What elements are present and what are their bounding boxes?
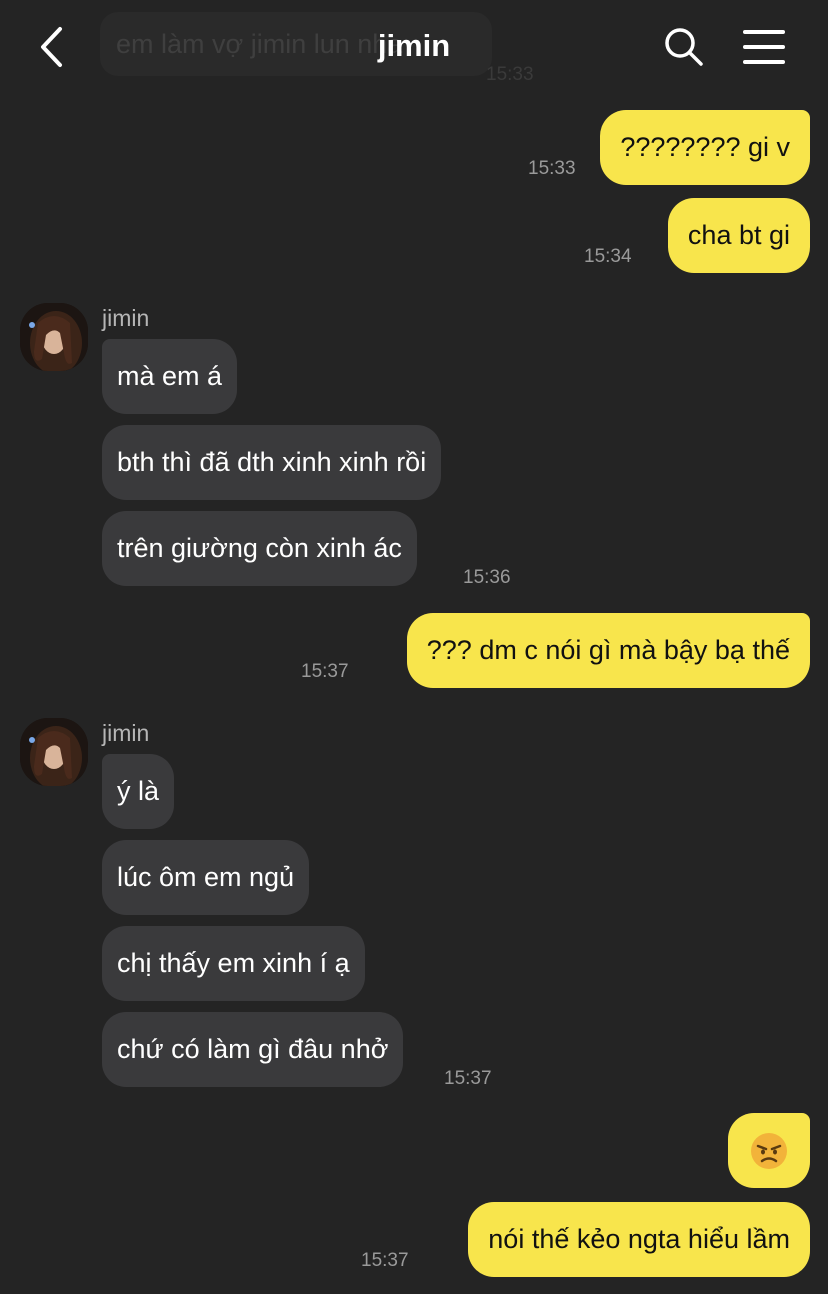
their-message-bubble[interactable]: ý là [102,754,175,829]
sender-name: jimin [102,305,150,331]
avatar-photo [20,718,88,786]
my-message-bubble[interactable]: cha bt gi [667,198,810,273]
their-message-bubble[interactable]: chị thấy em xinh í ạ [102,926,365,1001]
their-message-bubble[interactable]: chứ có làm gì đâu nhở [102,1012,404,1087]
message-time: 15:37 [444,1068,492,1089]
my-message-bubble[interactable]: nói thế kẻo ngta hiểu lầm [468,1202,810,1277]
sender-name: jimin [102,720,150,746]
message-time: 15:33 [528,158,576,179]
their-message-bubble[interactable]: trên giường còn xinh ác [102,511,417,586]
ghost-message-time: 15:33 [486,64,534,85]
message-time: 15:37 [361,1250,409,1271]
search-icon[interactable] [664,27,704,67]
my-emoji-bubble[interactable] [728,1113,810,1188]
my-message-bubble[interactable]: ???????? gi v [600,110,810,185]
message-time: 15:34 [584,246,632,267]
avatar[interactable] [20,718,88,786]
my-message-bubble[interactable]: ??? dm c nói gì mà bậy bạ thế [406,613,810,688]
message-time: 15:37 [301,661,349,682]
their-message-bubble[interactable]: mà em á [102,339,238,414]
avatar-photo [20,303,88,371]
message-time: 15:36 [463,567,511,588]
angry-face-emoji [751,1133,787,1169]
their-message-bubble[interactable]: bth thì đã dth xinh xinh rồi [102,425,442,500]
their-message-bubble[interactable]: lúc ôm em ngủ [102,840,310,915]
avatar[interactable] [20,303,88,371]
menu-icon[interactable] [742,30,786,64]
